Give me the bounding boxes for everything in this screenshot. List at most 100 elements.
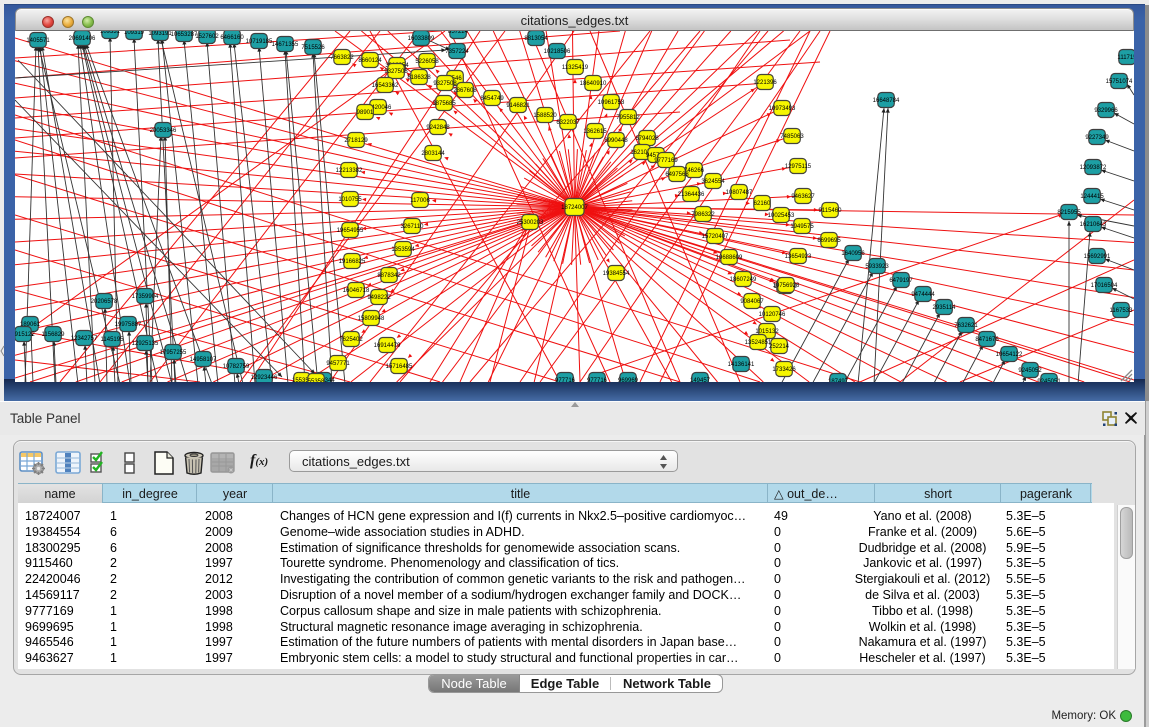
svg-text:12342757: 12342757	[71, 336, 98, 342]
svg-text:9084067: 9084067	[740, 299, 764, 305]
svg-text:20053346: 20053346	[150, 128, 177, 134]
svg-text:12213382: 12213382	[336, 168, 363, 174]
svg-text:1588520: 1588520	[533, 113, 557, 119]
svg-text:8454749: 8454749	[480, 96, 504, 102]
svg-text:18724007: 18724007	[561, 205, 588, 211]
svg-text:2867608: 2867608	[453, 88, 477, 94]
svg-text:10961758: 10961758	[598, 100, 625, 106]
svg-text:6479197: 6479197	[889, 278, 913, 284]
svg-text:5933923: 5933923	[865, 264, 889, 270]
svg-text:14671355: 14671355	[272, 42, 299, 48]
svg-text:1362615: 1362615	[583, 129, 607, 135]
svg-text:8660124: 8660124	[358, 58, 382, 64]
svg-text:10719185: 10719185	[246, 39, 273, 45]
svg-text:9146821: 9146821	[506, 103, 530, 109]
svg-text:8471676: 8471676	[975, 337, 999, 343]
svg-text:16210643: 16210643	[1080, 222, 1107, 228]
svg-text:9227349: 9227349	[1085, 135, 1109, 141]
svg-text:1949575: 1949575	[790, 224, 814, 230]
svg-text:1167533: 1167533	[1110, 308, 1134, 314]
svg-text:8186328: 8186328	[407, 75, 431, 81]
svg-text:7625402: 7625402	[339, 337, 363, 343]
svg-text:2935114: 2935114	[933, 305, 957, 311]
svg-text:3915122: 3915122	[15, 332, 35, 338]
svg-text:1093191: 1093191	[148, 31, 172, 37]
svg-text:3624554: 3624554	[701, 179, 725, 185]
svg-text:9463627: 9463627	[791, 194, 815, 200]
svg-text:1156829: 1156829	[42, 332, 66, 338]
svg-text:9245051: 9245051	[1037, 379, 1061, 382]
svg-text:117006: 117006	[410, 198, 430, 204]
svg-text:62160: 62160	[754, 201, 771, 207]
svg-text:10688609: 10688609	[716, 255, 743, 261]
svg-text:8878342: 8878342	[377, 273, 401, 279]
svg-text:149457: 149457	[690, 378, 711, 382]
svg-text:14958107: 14958107	[190, 357, 217, 363]
svg-text:6322037: 6322037	[556, 120, 580, 126]
svg-text:111715: 111715	[1117, 55, 1134, 61]
svg-text:21364436: 21364436	[678, 192, 705, 198]
svg-text:19654955: 19654955	[337, 228, 364, 234]
svg-text:9777169: 9777169	[654, 158, 678, 164]
svg-text:15809948: 15809948	[358, 316, 385, 322]
svg-text:1244415: 1244415	[1080, 194, 1104, 200]
svg-text:17016504: 17016504	[1091, 283, 1118, 289]
svg-text:3267110: 3267110	[401, 224, 425, 230]
svg-text:12925135: 12925135	[132, 341, 159, 347]
svg-text:10025453: 10025453	[768, 213, 795, 219]
svg-text:7986322: 7986322	[691, 212, 715, 218]
svg-text:1221396: 1221396	[753, 80, 777, 86]
svg-text:187497: 187497	[828, 379, 849, 382]
svg-text:1353594: 1353594	[391, 247, 415, 253]
svg-text:7485063: 7485063	[780, 134, 804, 140]
svg-text:17957255: 17957255	[160, 350, 187, 356]
svg-text:10654122: 10654122	[996, 352, 1023, 358]
svg-text:109319: 109319	[124, 31, 145, 36]
svg-text:9245052: 9245052	[1018, 368, 1042, 374]
svg-text:7515526: 7515526	[301, 45, 325, 51]
svg-text:12093872: 12093872	[1080, 165, 1107, 171]
svg-text:19384554: 19384554	[603, 271, 630, 277]
svg-text:2803144: 2803144	[421, 151, 445, 157]
svg-text:9242848: 9242848	[426, 125, 450, 131]
svg-text:9474444: 9474444	[911, 292, 935, 298]
svg-text:1733426: 1733426	[772, 367, 796, 373]
svg-text:19975887: 19975887	[115, 322, 142, 328]
svg-text:9327508: 9327508	[433, 81, 457, 87]
svg-text:7357224: 7357224	[445, 49, 469, 55]
svg-text:7663822: 7663822	[330, 55, 354, 61]
svg-text:8215955: 8215955	[1057, 210, 1081, 216]
svg-text:20206578: 20206578	[91, 299, 118, 305]
svg-text:6466160: 6466160	[220, 35, 244, 41]
svg-text:13524851: 13524851	[745, 340, 772, 346]
svg-text:969969: 969969	[618, 378, 639, 382]
svg-text:55358: 55358	[308, 379, 325, 382]
svg-text:2718129: 2718129	[344, 138, 368, 144]
svg-text:10653287: 10653287	[171, 32, 198, 38]
svg-text:15716485: 15716485	[386, 364, 413, 370]
svg-text:12975115: 12975115	[785, 164, 812, 170]
svg-text:6497568: 6497568	[665, 172, 689, 178]
svg-text:8990448: 8990448	[604, 138, 628, 144]
svg-text:1145195: 1145195	[101, 337, 125, 343]
svg-text:1640956: 1640956	[841, 251, 865, 257]
svg-text:98901: 98901	[357, 110, 374, 116]
svg-text:16648784: 16648784	[873, 98, 900, 104]
svg-text:15751074: 15751074	[1106, 79, 1133, 85]
svg-text:977716: 977716	[587, 378, 608, 382]
svg-text:13654923: 13654923	[785, 254, 812, 260]
svg-text:977716: 977716	[555, 378, 576, 382]
svg-text:10807487: 10807487	[726, 190, 753, 196]
svg-text:25300203: 25300203	[517, 220, 544, 226]
svg-text:7632621: 7632621	[954, 323, 978, 329]
svg-text:1527602: 1527602	[195, 34, 219, 40]
svg-text:252214: 252214	[769, 344, 790, 350]
svg-text:9329966: 9329966	[1094, 108, 1118, 114]
svg-text:857224: 857224	[448, 31, 469, 35]
svg-text:16033809: 16033809	[408, 36, 435, 42]
svg-text:17359904: 17359904	[132, 294, 159, 300]
svg-text:6794028: 6794028	[635, 136, 659, 142]
svg-text:109331: 109331	[100, 31, 121, 35]
svg-text:3875685: 3875685	[432, 101, 456, 107]
svg-text:10782759: 10782759	[223, 364, 250, 370]
